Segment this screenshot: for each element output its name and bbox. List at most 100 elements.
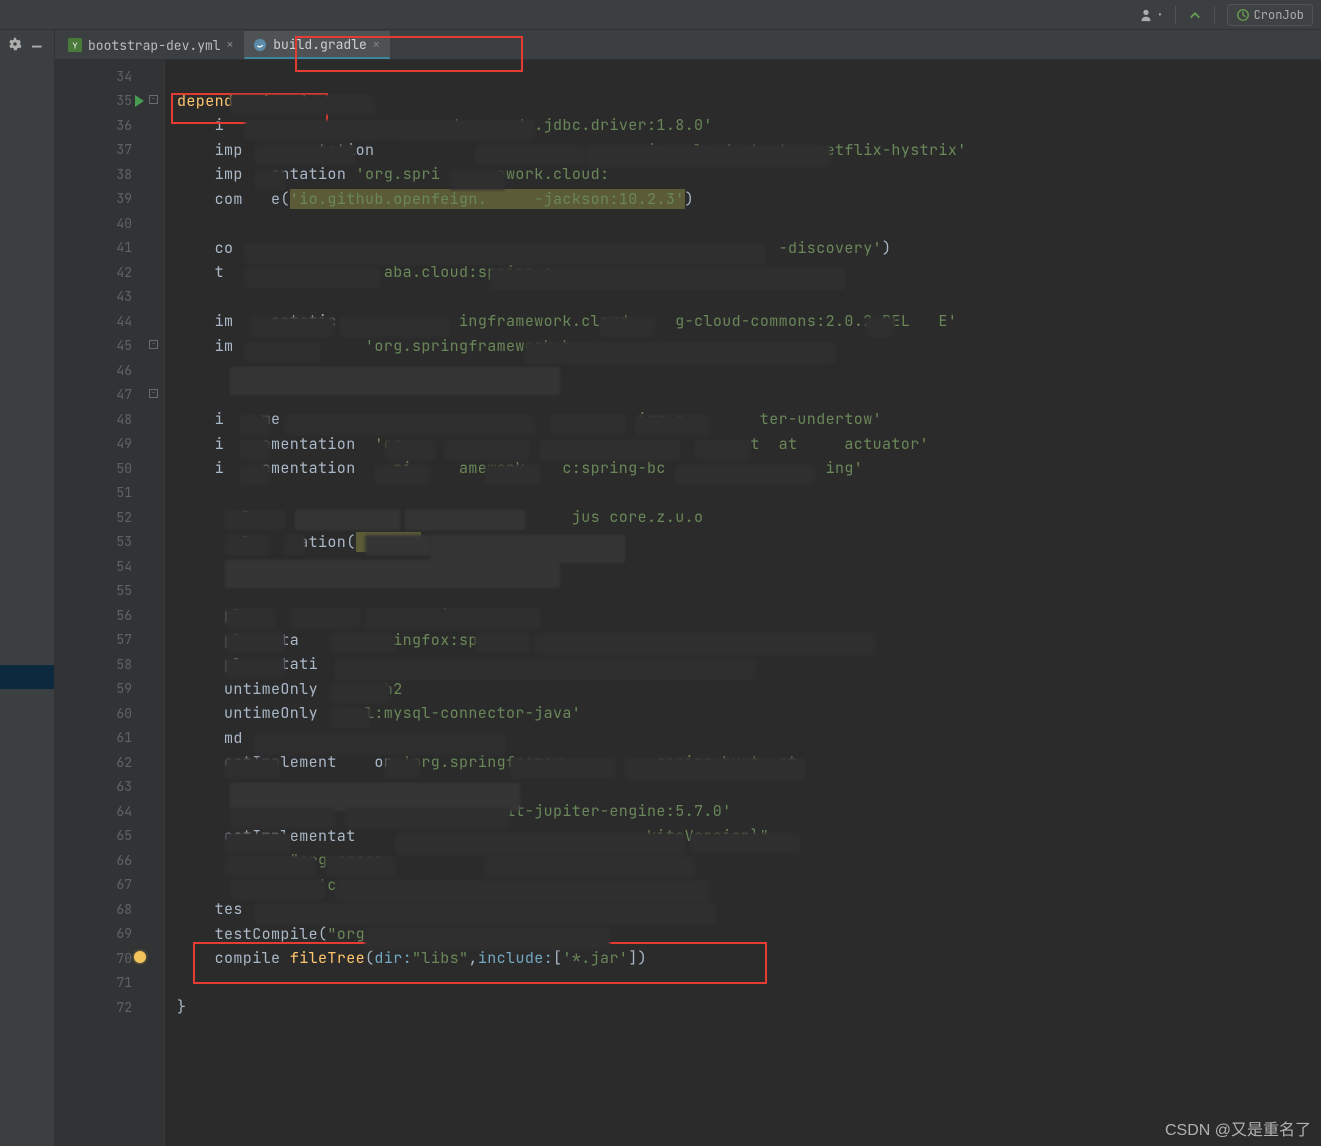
tab-bootstrap-dev-yml[interactable]: Y bootstrap-dev.yml ✕	[59, 31, 244, 59]
tab-build-gradle[interactable]: build.gradle ✕	[244, 31, 390, 59]
code-line[interactable]	[165, 971, 1321, 996]
gradle-icon	[253, 38, 267, 52]
code-line[interactable]	[165, 554, 1321, 579]
code-line[interactable]: leme jus core.z.u.o	[165, 505, 1321, 530]
code-line[interactable]: t aba.cloud:spring-c	[165, 260, 1321, 285]
line-number: 72	[55, 995, 164, 1020]
line-number: 63	[55, 775, 164, 800]
code-line[interactable]: plementa pringfox:spr sw	[165, 628, 1321, 653]
yaml-icon: Y	[68, 38, 82, 52]
line-number: 34	[55, 64, 164, 89]
gutter: 3435−36373839404142434445−4647−484950515…	[55, 60, 165, 1146]
code-line[interactable]: i dameng:dm.jdbc.driver:1.8.0'	[165, 113, 1321, 138]
line-number: 46	[55, 358, 164, 383]
line-number: 62	[55, 750, 164, 775]
line-number: 57	[55, 628, 164, 653]
collapse-icon[interactable]: —	[32, 36, 42, 57]
code-line[interactable]: i me ing c ter-undertow'	[165, 407, 1321, 432]
cronjob-config[interactable]: CronJob	[1227, 4, 1313, 26]
line-number: 36	[55, 113, 164, 138]
gear-icon[interactable]	[8, 37, 22, 56]
line-number: 56	[55, 603, 164, 628]
code-line[interactable]: "org.asser	[165, 848, 1321, 873]
line-number: 55	[55, 579, 164, 604]
cronjob-icon	[1236, 8, 1250, 22]
code-line[interactable]: estImplementat kitoVersion}"	[165, 824, 1321, 849]
separator	[1214, 6, 1215, 24]
code-line[interactable]: md	[165, 726, 1321, 751]
sync-arrow[interactable]	[1188, 8, 1202, 22]
code-line[interactable]: plementati	[165, 652, 1321, 677]
line-number: 40	[55, 211, 164, 236]
line-number: 52	[55, 505, 164, 530]
code-line[interactable]	[165, 285, 1321, 310]
code-line[interactable]: i ementation 'or t at actuator'	[165, 432, 1321, 457]
line-number: 69	[55, 922, 164, 947]
code-line[interactable]: dependencies {	[165, 89, 1321, 114]
cronjob-label: CronJob	[1254, 7, 1304, 23]
svg-text:Y: Y	[72, 42, 78, 51]
line-number: 68	[55, 897, 164, 922]
code-line[interactable]	[165, 358, 1321, 383]
fold-icon[interactable]: −	[149, 389, 158, 398]
line-number: 58	[55, 652, 164, 677]
code-line[interactable]	[165, 64, 1321, 89]
line-number: 38	[55, 162, 164, 187]
code-editor[interactable]: 3435−36373839404142434445−4647−484950515…	[55, 60, 1321, 1146]
topbar: ▾ CronJob	[0, 0, 1321, 30]
line-number: 50	[55, 456, 164, 481]
code-line[interactable]: untimeOnly sql:mysql-connector-java'	[165, 701, 1321, 726]
line-number: 49	[55, 432, 164, 457]
code-line[interactable]: compile fileTree(dir:"libs",include:['*.…	[165, 946, 1321, 971]
code-line[interactable]: tes	[165, 897, 1321, 922]
users-icon	[1139, 8, 1153, 22]
code-line[interactable]: le ation( hut	[165, 530, 1321, 555]
code-line[interactable]: 'com.	[165, 873, 1321, 898]
code-line[interactable]: .junit-jupiter-engine:5.7.0'	[165, 799, 1321, 824]
bulb-icon[interactable]	[134, 951, 146, 963]
line-number: 35−	[55, 89, 164, 114]
line-number: 66	[55, 848, 164, 873]
code-line[interactable]: }	[165, 995, 1321, 1020]
fold-icon[interactable]: −	[149, 340, 158, 349]
line-number: 51	[55, 481, 164, 506]
tab-label: build.gradle	[273, 36, 367, 53]
editor-tabs: Y bootstrap-dev.yml ✕ build.gradle ✕	[55, 30, 1321, 60]
separator	[1175, 6, 1176, 24]
fold-icon[interactable]: −	[149, 95, 158, 104]
run-icon[interactable]	[135, 95, 144, 107]
code-line[interactable]: testCompile("org.	[165, 922, 1321, 947]
line-number: 37	[55, 138, 164, 163]
close-icon[interactable]: ✕	[227, 38, 234, 52]
arrow-icon	[1188, 8, 1202, 22]
line-number: 43	[55, 285, 164, 310]
code-line[interactable]	[165, 383, 1321, 408]
line-number: 41	[55, 236, 164, 261]
code-line[interactable]: im entatic ingframework.cloud g-cloud-co…	[165, 309, 1321, 334]
code-line[interactable]: untimeOnly m.h2	[165, 677, 1321, 702]
line-number: 54	[55, 554, 164, 579]
line-number: 67	[55, 873, 164, 898]
code-content[interactable]: dependencies { i dameng:dm.jdbc.driver:1…	[165, 60, 1321, 1146]
code-line[interactable]: imp entation 'org.spri ework.cloud:	[165, 162, 1321, 187]
code-line[interactable]: i ementation ri amework c:spring-bc ing'	[165, 456, 1321, 481]
close-icon[interactable]: ✕	[373, 38, 380, 52]
line-number: 42	[55, 260, 164, 285]
line-number: 71	[55, 971, 164, 996]
code-line[interactable]: pleme ton ing	[165, 603, 1321, 628]
code-line[interactable]: estImplement on 'org.springframew .sprin…	[165, 750, 1321, 775]
code-line[interactable]: imp tation :spring-cloud-starter-netflix…	[165, 138, 1321, 163]
code-line[interactable]: co -discovery')	[165, 236, 1321, 261]
watermark: CSDN @又是重名了	[1165, 1116, 1311, 1140]
code-line[interactable]	[165, 481, 1321, 506]
project-tool-window[interactable]: —	[0, 30, 55, 1146]
line-number: 61	[55, 726, 164, 751]
code-line[interactable]: com e('io.github.openfeign. -jackson:10.…	[165, 187, 1321, 212]
users-menu[interactable]: ▾	[1139, 8, 1162, 22]
line-number: 44	[55, 309, 164, 334]
code-line[interactable]	[165, 775, 1321, 800]
code-line[interactable]: im 'org.springframework.b	[165, 334, 1321, 359]
line-number: 53	[55, 530, 164, 555]
code-line[interactable]	[165, 211, 1321, 236]
code-line[interactable]	[165, 579, 1321, 604]
